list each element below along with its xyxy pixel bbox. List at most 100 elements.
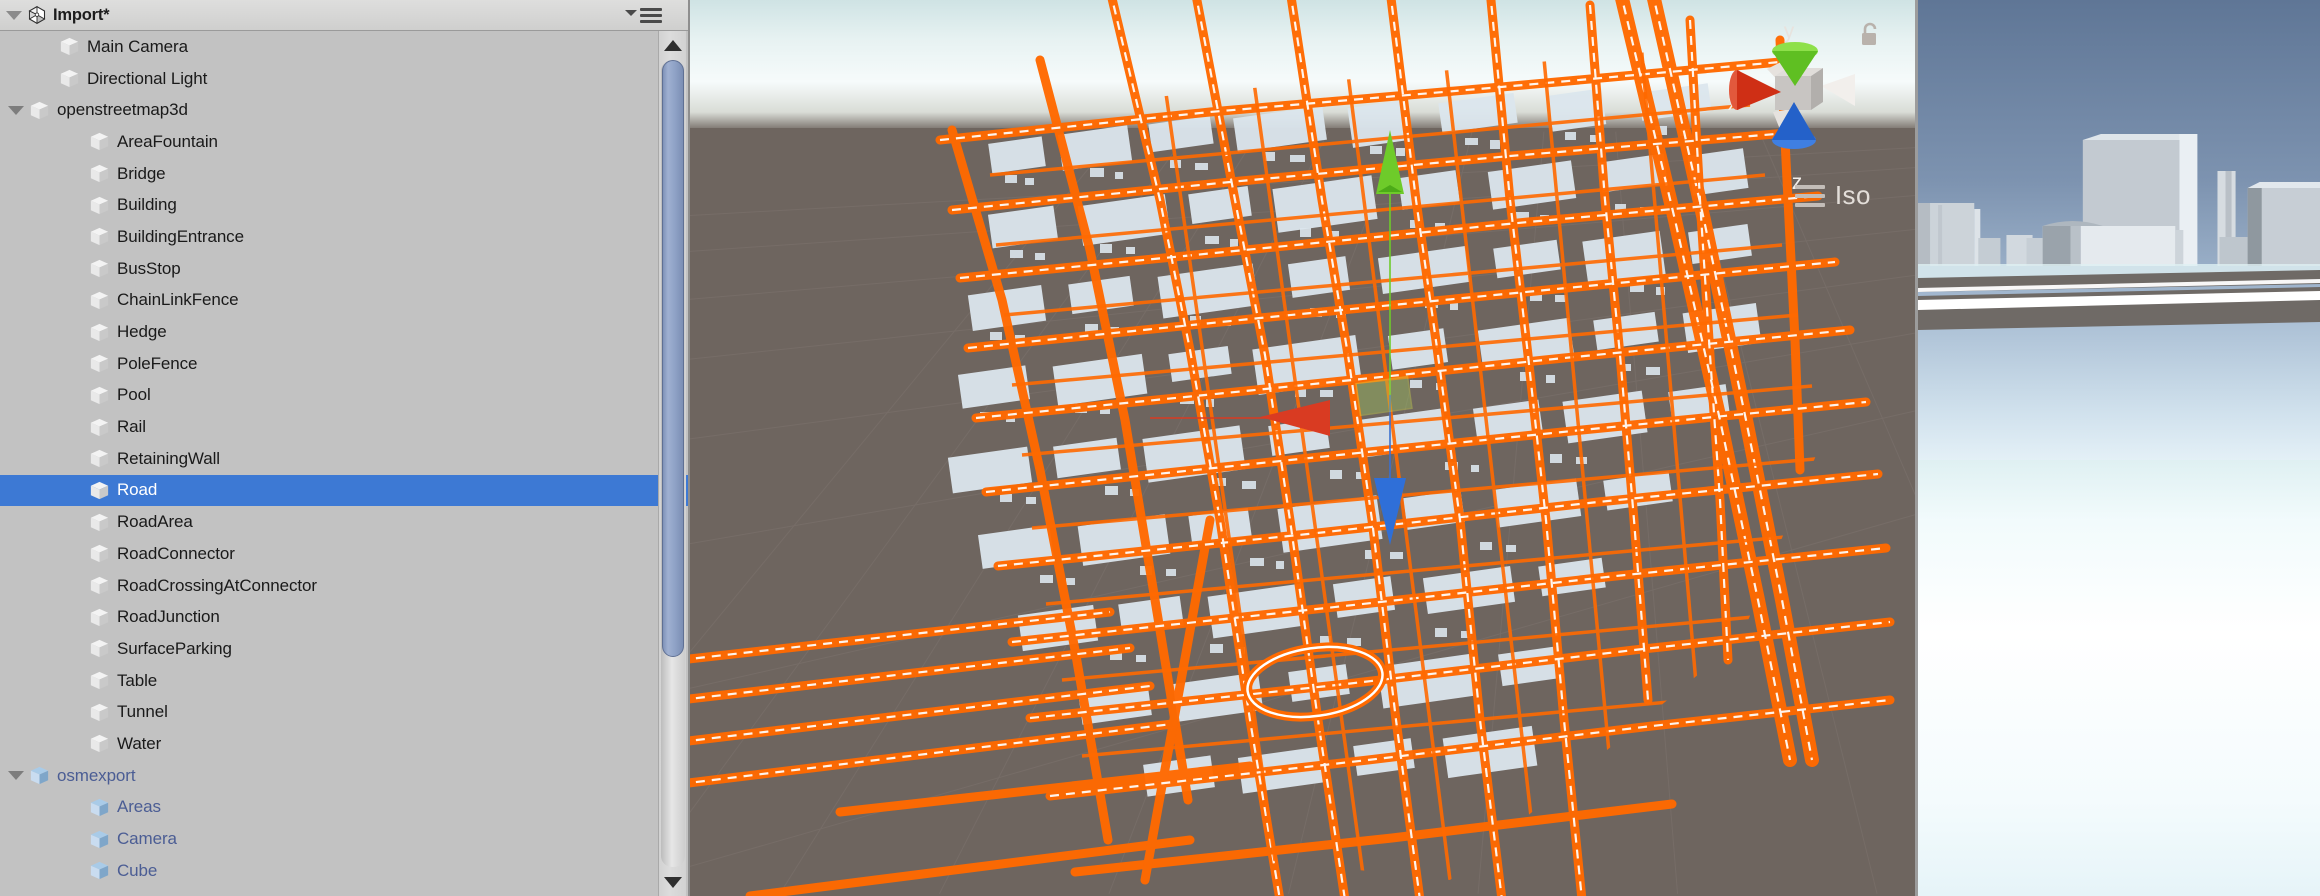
scene-projection-control[interactable]: Iso xyxy=(1794,180,1871,211)
hierarchy-title: Import* xyxy=(53,5,110,24)
gameobject-cube-icon xyxy=(58,35,81,58)
hierarchy-row-pool[interactable]: Pool xyxy=(0,380,688,412)
gameobject-cube-icon xyxy=(88,321,111,344)
gizmo-axis-y-label: y xyxy=(1784,20,1795,43)
hierarchy-row-label: Camera xyxy=(117,829,177,849)
hierarchy-vertical-scrollbar[interactable] xyxy=(658,31,686,896)
filter-icon[interactable] xyxy=(625,9,637,16)
hierarchy-row-label: Rail xyxy=(117,417,146,437)
hierarchy-tree-scroll-area[interactable]: Main Camera Directional Light openstreetma… xyxy=(0,31,688,896)
chevron-down-icon[interactable] xyxy=(8,771,24,781)
hierarchy-row-roadconnector[interactable]: RoadConnector xyxy=(0,538,688,570)
gameobject-cube-icon xyxy=(88,225,111,248)
hierarchy-row-label: RoadCrossingAtConnector xyxy=(117,575,317,595)
gameobject-cube-icon xyxy=(88,194,111,217)
hierarchy-row-rail[interactable]: Rail xyxy=(0,411,688,443)
hierarchy-row-label: openstreetmap3d xyxy=(57,100,188,120)
gameobject-cube-icon xyxy=(58,67,81,90)
hierarchy-row-building[interactable]: Building xyxy=(0,189,688,221)
hierarchy-row-label: Road xyxy=(117,480,158,500)
hierarchy-row-label: PoleFence xyxy=(117,353,198,373)
gameobject-cube-icon xyxy=(88,384,111,407)
gameobject-cube-icon xyxy=(88,511,111,534)
scene-view[interactable]: y x z xyxy=(690,0,1918,896)
hierarchy-row-label: BuildingEntrance xyxy=(117,226,244,246)
gameobject-cube-icon xyxy=(88,162,111,185)
gameobject-cube-icon xyxy=(28,99,51,122)
hierarchy-row-label: Cube xyxy=(117,860,158,880)
hierarchy-row-label: Table xyxy=(117,670,158,690)
gameobject-cube-icon xyxy=(88,637,111,660)
gameobject-cube-icon xyxy=(88,669,111,692)
building-cluster-left xyxy=(1918,203,2049,266)
hierarchy-row-label: Bridge xyxy=(117,163,166,183)
hierarchy-row-buildingentrance[interactable]: BuildingEntrance xyxy=(0,221,688,253)
hamburger-menu-icon[interactable] xyxy=(1794,184,1825,207)
game-view[interactable] xyxy=(1918,0,2320,896)
scroll-down-arrow-icon[interactable] xyxy=(659,868,687,896)
hierarchy-row-road[interactable]: Road xyxy=(0,474,688,507)
gameobject-cube-icon xyxy=(88,606,111,629)
hierarchy-row-label: Main Camera xyxy=(87,36,188,56)
hierarchy-row-openstreetmap3d[interactable]: openstreetmap3d xyxy=(0,94,688,126)
hierarchy-row-roadarea[interactable]: RoadArea xyxy=(0,506,688,538)
hierarchy-row-chainlinkfence[interactable]: ChainLinkFence xyxy=(0,285,688,317)
hierarchy-row-roadcrossingatconnector[interactable]: RoadCrossingAtConnector xyxy=(0,570,688,602)
prefab-cube-icon xyxy=(88,859,111,882)
hierarchy-row-main-camera[interactable]: Main Camera xyxy=(0,31,688,63)
scene-projection-label: Iso xyxy=(1834,180,1871,210)
unity-editor-window: Import* Main Camera Directional Light open… xyxy=(0,0,2320,896)
hierarchy-row-label: Water xyxy=(117,733,162,753)
hamburger-menu-icon[interactable] xyxy=(640,8,662,23)
hierarchy-row-label: BusStop xyxy=(117,258,181,278)
scroll-up-arrow-icon[interactable] xyxy=(659,31,687,59)
hierarchy-row-water[interactable]: Water xyxy=(0,728,688,760)
prefab-cube-icon xyxy=(88,796,111,819)
prefab-cube-icon xyxy=(28,764,51,787)
hierarchy-row-label: ChainLinkFence xyxy=(117,290,239,310)
hierarchy-row-label: RetainingWall xyxy=(117,448,220,468)
hierarchy-row-table[interactable]: Table xyxy=(0,665,688,697)
gizmo-plane-handle xyxy=(1355,375,1413,417)
hierarchy-row-areafountain[interactable]: AreaFountain xyxy=(0,126,688,158)
hierarchy-row-cube[interactable]: Cube xyxy=(0,855,688,887)
hierarchy-row-hedge[interactable]: Hedge xyxy=(0,316,688,348)
hierarchy-row-label: SurfaceParking xyxy=(117,638,232,658)
game-road-strips xyxy=(1918,270,2320,330)
hierarchy-row-directional-light[interactable]: Directional Light xyxy=(0,63,688,95)
hierarchy-row-label: Building xyxy=(117,195,177,215)
gameobject-cube-icon xyxy=(88,289,111,312)
hierarchy-tree: Main Camera Directional Light openstreetma… xyxy=(0,31,688,887)
hierarchy-row-label: RoadConnector xyxy=(117,543,235,563)
unity-logo-icon xyxy=(28,5,46,25)
gameobject-cube-icon xyxy=(88,574,111,597)
hierarchy-row-polefence[interactable]: PoleFence xyxy=(0,348,688,380)
scrollbar-thumb[interactable] xyxy=(661,60,684,658)
chevron-down-icon[interactable] xyxy=(8,105,24,115)
gameobject-cube-icon xyxy=(88,701,111,724)
hierarchy-row-camera[interactable]: Camera xyxy=(0,823,688,855)
gameobject-cube-icon xyxy=(88,447,111,470)
hierarchy-row-osmexport[interactable]: osmexport xyxy=(0,760,688,792)
building-cylinder-block xyxy=(2042,221,2184,266)
prefab-cube-icon xyxy=(88,828,111,851)
hierarchy-row-label: RoadJunction xyxy=(117,607,220,627)
hierarchy-panel: Import* Main Camera Directional Light open… xyxy=(0,0,690,896)
gameobject-cube-icon xyxy=(88,732,111,755)
hierarchy-row-areas[interactable]: Areas xyxy=(0,792,688,824)
hierarchy-row-label: RoadArea xyxy=(117,512,193,532)
scrollbar-track[interactable] xyxy=(660,60,685,867)
hierarchy-header: Import* xyxy=(0,0,688,31)
hierarchy-row-bridge[interactable]: Bridge xyxy=(0,158,688,190)
gameobject-cube-icon xyxy=(88,130,111,153)
hierarchy-row-busstop[interactable]: BusStop xyxy=(0,253,688,285)
hierarchy-row-label: osmexport xyxy=(57,765,136,785)
hierarchy-collapse-triangle[interactable] xyxy=(6,10,22,20)
hierarchy-header-tools xyxy=(625,0,662,31)
gameobject-cube-icon xyxy=(88,352,111,375)
hierarchy-row-tunnel[interactable]: Tunnel xyxy=(0,696,688,728)
hierarchy-row-retainingwall[interactable]: RetainingWall xyxy=(0,443,688,475)
hierarchy-row-surfaceparking[interactable]: SurfaceParking xyxy=(0,633,688,665)
hierarchy-row-roadjunction[interactable]: RoadJunction xyxy=(0,601,688,633)
hierarchy-row-label: Areas xyxy=(117,797,161,817)
